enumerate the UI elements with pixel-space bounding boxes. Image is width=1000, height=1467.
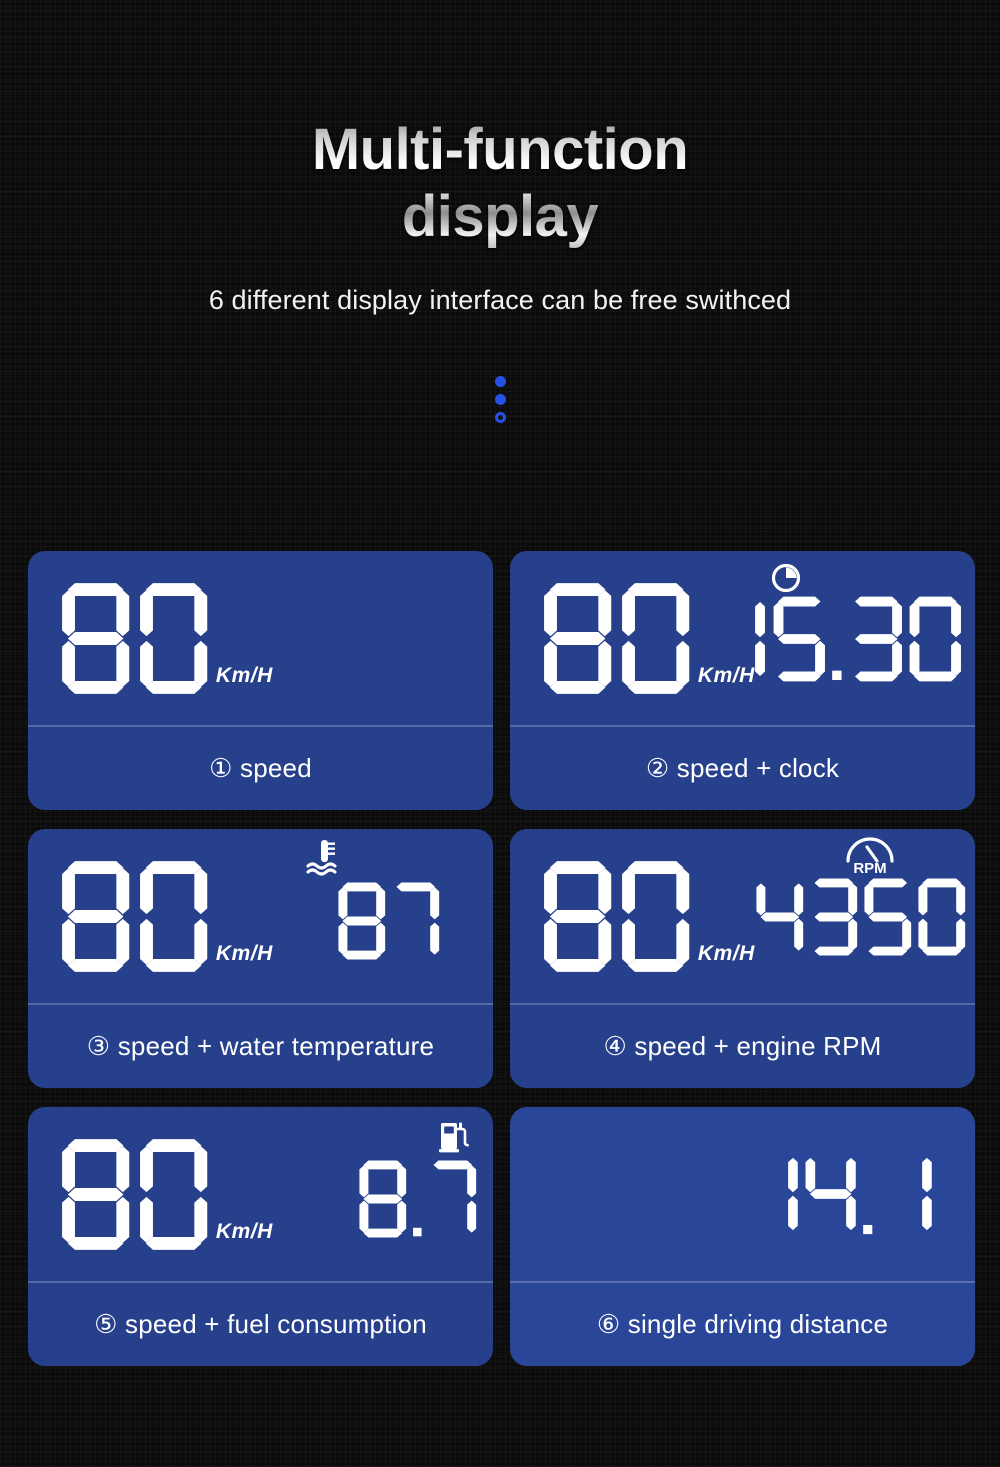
page-header: Multi-function display 6 different displ…	[0, 0, 1000, 316]
card-caption: ② speed + clock	[645, 753, 840, 783]
card-caption: ① speed	[209, 753, 312, 783]
display-mode-grid: Km/H ① speed Km/H ② speed + clock Km/H ③…	[28, 551, 975, 1366]
speed-unit-label: Km/H	[215, 664, 273, 687]
lcd-readout: Km/H	[28, 1107, 493, 1281]
display-mode-card-speed[interactable]: Km/H ① speed	[28, 551, 493, 810]
rpm-gauge-icon: RPM	[841, 833, 899, 880]
page-subtitle: 6 different display interface can be fre…	[208, 284, 792, 315]
card-caption: ⑥ single driving distance	[596, 1309, 889, 1339]
speed-digits	[60, 859, 209, 974]
page-title-line-2: display	[401, 184, 599, 250]
clock-value-digits	[712, 595, 963, 683]
card-caption: ⑤ speed + fuel consumption	[94, 1309, 427, 1339]
speed-readout: Km/H	[60, 859, 273, 974]
page-title: Multi-function display	[0, 116, 1000, 251]
engine-rpm-digits	[755, 877, 967, 957]
speed-readout: Km/H	[60, 581, 273, 696]
water-temperature-digits	[337, 881, 441, 961]
display-mode-card-speed-clock[interactable]: Km/H ② speed + clock	[510, 551, 975, 810]
display-mode-card-single-driving-distance[interactable]: ⑥ single driving distance	[510, 1107, 975, 1366]
lcd-readout: Km/H	[510, 551, 975, 725]
speed-readout: Km/H	[542, 859, 755, 974]
rpm-icon-label: RPM	[853, 860, 886, 875]
speed-digits	[542, 859, 691, 974]
display-mode-card-speed-water-temperature[interactable]: Km/H ③ speed + water temperature	[28, 829, 493, 1088]
page-title-line-1: Multi-function	[311, 117, 689, 182]
speed-digits	[60, 1137, 209, 1252]
card-caption: ④ speed + engine RPM	[603, 1031, 882, 1061]
display-mode-card-speed-engine-rpm[interactable]: Km/H RPM ④ speed + engine RPM	[510, 829, 975, 1088]
speed-unit-label: Km/H	[697, 942, 755, 965]
coolant-temperature-icon	[305, 837, 341, 882]
lcd-readout: Km/H RPM	[510, 829, 975, 1003]
speed-digits	[60, 581, 209, 696]
card-caption: ③ speed + water temperature	[86, 1031, 435, 1061]
lcd-readout: Km/H	[28, 551, 493, 725]
lcd-readout	[510, 1107, 975, 1281]
speed-unit-label: Km/H	[215, 1220, 273, 1243]
display-mode-card-speed-fuel-consumption[interactable]: Km/H ⑤ speed + fuel consumption	[28, 1107, 493, 1366]
pager-dots[interactable]	[493, 375, 507, 423]
fuel-pump-icon	[438, 1117, 470, 1160]
speed-unit-label: Km/H	[215, 942, 273, 965]
lcd-readout: Km/H	[28, 829, 493, 1003]
pager-dot-2[interactable]	[494, 393, 506, 405]
speed-digits	[542, 581, 691, 696]
pager-dot-3[interactable]	[494, 411, 506, 423]
driving-distance-digits	[746, 1151, 933, 1237]
pager-dot-1[interactable]	[494, 375, 506, 387]
fuel-consumption-digits	[358, 1159, 478, 1239]
speed-readout: Km/H	[60, 1137, 273, 1252]
